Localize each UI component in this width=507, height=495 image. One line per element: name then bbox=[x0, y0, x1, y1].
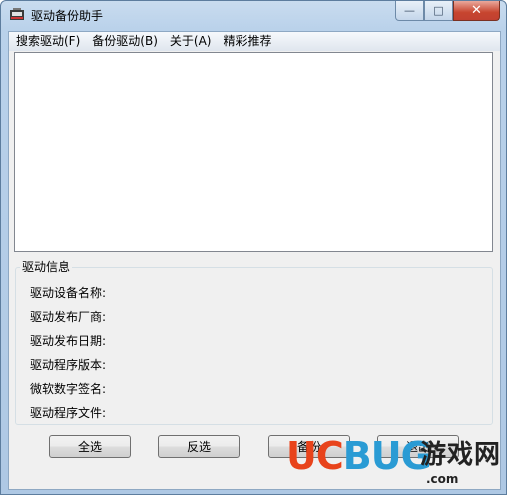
driver-version-label: 驱动程序版本: bbox=[30, 358, 107, 372]
watermark-url: .com bbox=[426, 472, 459, 486]
watermark-site-text: 游戏网 bbox=[420, 440, 502, 470]
watermark-letter: U bbox=[286, 434, 317, 478]
watermark-letter: U bbox=[370, 434, 402, 478]
close-button[interactable]: ✕ bbox=[453, 1, 500, 21]
window-controls: — □ ✕ bbox=[395, 1, 500, 21]
driver-info-group: 驱动信息 驱动设备名称: 驱动发布厂商: 驱动发布日期: 驱动程序版本: 微软数… bbox=[15, 260, 493, 425]
maximize-button[interactable]: □ bbox=[424, 1, 453, 21]
driver-list[interactable] bbox=[14, 52, 493, 252]
close-icon: ✕ bbox=[471, 3, 482, 18]
menu-recommended[interactable]: 精彩推荐 bbox=[217, 32, 277, 51]
client-area: 搜索驱动(F) 备份驱动(B) 关于(A) 精彩推荐 驱动信息 驱动设备名称: … bbox=[8, 31, 501, 490]
driver-files-label: 驱动程序文件: bbox=[30, 406, 107, 420]
app-icon bbox=[10, 8, 24, 20]
minimize-button[interactable]: — bbox=[395, 1, 424, 21]
menu-backup-drivers[interactable]: 备份驱动(B) bbox=[86, 32, 164, 51]
watermark-logo: UCBUG 游戏网 .com bbox=[286, 434, 506, 492]
select-all-label: 全选 bbox=[77, 440, 102, 454]
release-date-label: 驱动发布日期: bbox=[30, 334, 107, 348]
menu-search-drivers[interactable]: 搜索驱动(F) bbox=[9, 32, 86, 51]
title-bar[interactable]: 驱动备份助手 — □ ✕ bbox=[1, 1, 506, 29]
menu-bar: 搜索驱动(F) 备份驱动(B) 关于(A) 精彩推荐 bbox=[9, 32, 500, 51]
select-all-button[interactable]: 全选 bbox=[49, 435, 131, 458]
device-name-label: 驱动设备名称: bbox=[30, 286, 107, 300]
signature-label: 微软数字签名: bbox=[30, 382, 107, 396]
driver-info-title: 驱动信息 bbox=[20, 260, 73, 274]
minimize-icon: — bbox=[404, 4, 415, 17]
watermark-logo-text: UCBUG bbox=[286, 434, 432, 478]
watermark-letter: C bbox=[315, 434, 344, 478]
maximize-icon: □ bbox=[433, 4, 444, 17]
invert-selection-label: 反选 bbox=[186, 440, 211, 454]
window-title: 驱动备份助手 bbox=[31, 9, 104, 23]
watermark-letter: B bbox=[342, 434, 372, 478]
app-window: 驱动备份助手 — □ ✕ 搜索驱动(F) 备份驱动(B) 关于(A) 精彩推荐 … bbox=[0, 0, 507, 495]
vendor-label: 驱动发布厂商: bbox=[30, 310, 107, 324]
menu-about[interactable]: 关于(A) bbox=[164, 32, 218, 51]
invert-selection-button[interactable]: 反选 bbox=[158, 435, 240, 458]
